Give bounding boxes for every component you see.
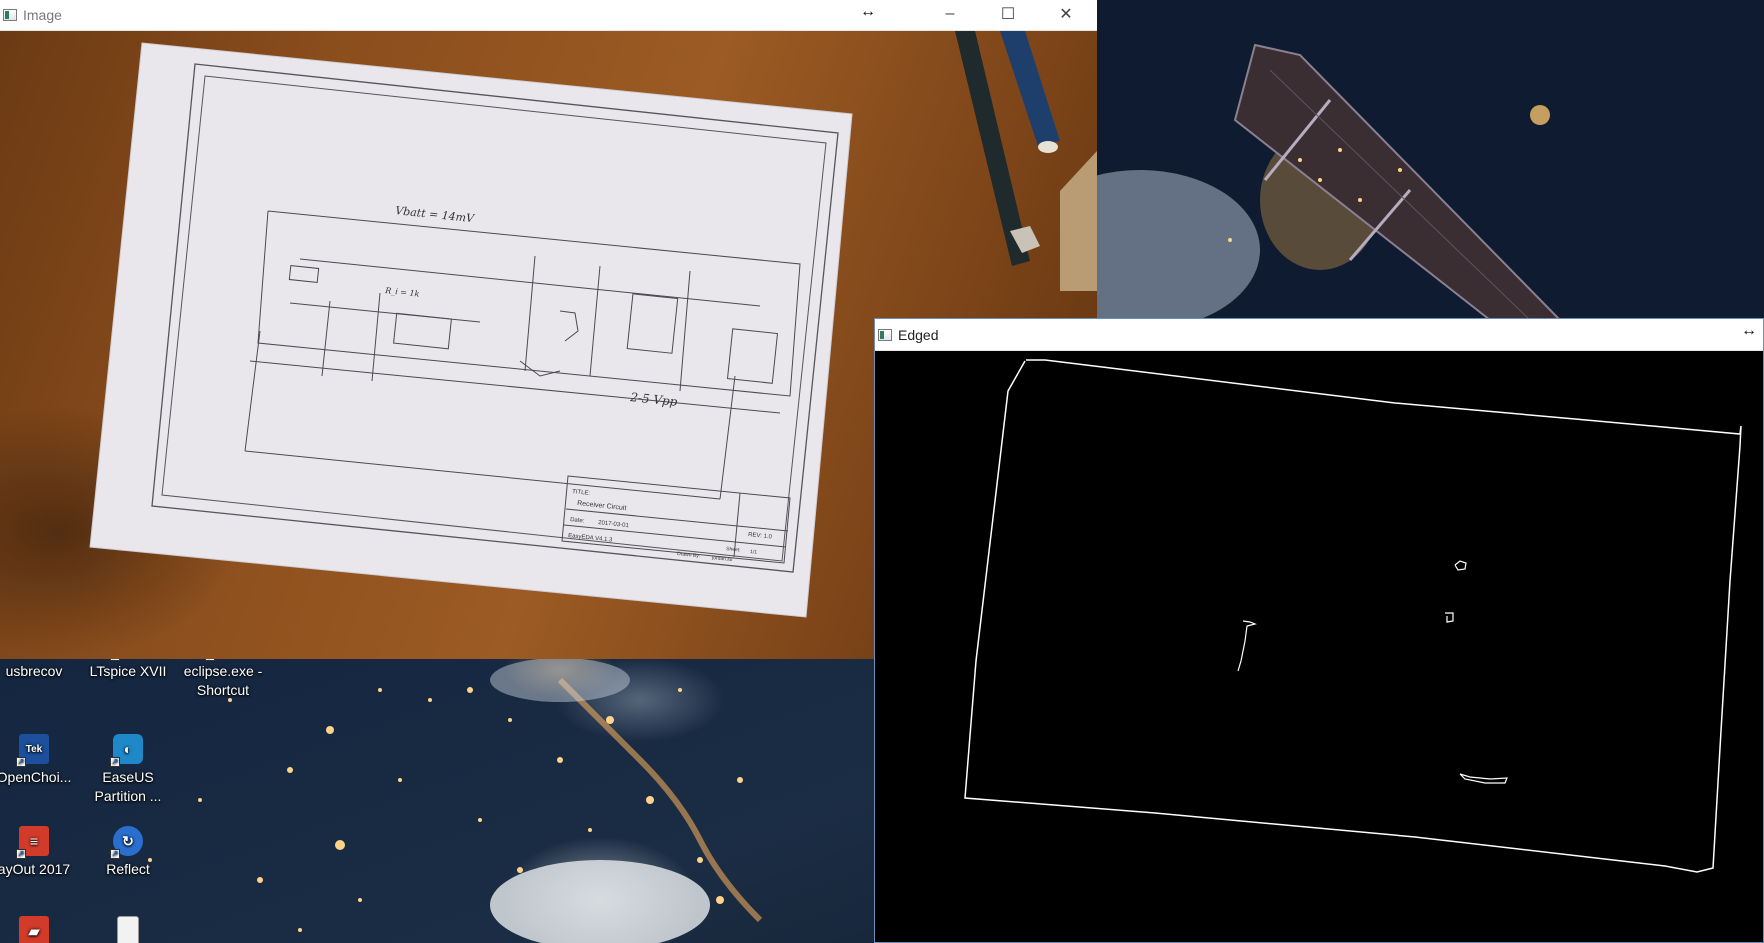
edged-window-content xyxy=(875,351,1763,942)
edged-window-titlebar[interactable]: Edged ↔ xyxy=(875,319,1763,351)
shortcut-arrow-icon: ↗ xyxy=(16,757,26,767)
desktop-icon-openchoice[interactable]: Tek ↗ OpenChoi... xyxy=(0,734,76,787)
window-title: Edged xyxy=(898,326,939,343)
pencils-shape xyxy=(955,31,1097,291)
close-button[interactable]: ✕ xyxy=(1040,0,1092,28)
window-title: Image xyxy=(23,7,62,23)
shortcut-arrow-icon: ↗ xyxy=(110,849,120,859)
window-app-icon xyxy=(878,328,892,341)
edged-window[interactable]: Edged ↔ xyxy=(874,318,1764,943)
resize-arrows-icon: ↔ xyxy=(860,3,876,20)
openchoice-tek-icon: Tek ↗ xyxy=(16,734,49,767)
window-app-icon xyxy=(3,9,17,21)
desktop-icon-sketchup[interactable]: ▰ xyxy=(0,916,76,943)
desktop-icon-layout[interactable]: ≡ ↗ ayOut 2017 xyxy=(0,826,76,879)
desktop-icon-label: eclipse.exe - Shortcut xyxy=(183,663,263,698)
svg-text:1/1: 1/1 xyxy=(750,549,758,556)
schematic-paper: TITLE: Receiver Circuit Date: 2017-03-01… xyxy=(89,42,853,618)
desktop-icon-label: Reflect xyxy=(106,861,150,877)
sketchup-icon: ▰ xyxy=(19,916,49,943)
edge-fragment-shapes xyxy=(1237,560,1508,784)
layout-sketchup-icon: ≡ ↗ xyxy=(16,826,49,859)
desktop-icon-easeus[interactable]: ◐ ↗ EaseUS Partition ... xyxy=(86,734,170,806)
desktop-icon-label: usbrecov xyxy=(5,663,63,679)
detected-paper-contour xyxy=(964,359,1742,873)
resize-arrows-icon: ↔ xyxy=(1741,322,1757,339)
desktop-icon-document[interactable] xyxy=(86,916,170,943)
document-icon xyxy=(117,916,139,943)
maximize-button[interactable]: ☐ xyxy=(982,0,1034,28)
reflect-icon: ↻ ↗ xyxy=(110,826,143,859)
edge-detection-output xyxy=(964,359,1742,873)
desktop-icon-label: EaseUS Partition ... xyxy=(94,769,162,804)
minimize-button[interactable]: – xyxy=(924,0,976,28)
shortcut-arrow-icon: ↗ xyxy=(16,849,26,859)
desktop-icon-label: LTspice XVII xyxy=(89,663,167,679)
shortcut-arrow-icon: ↗ xyxy=(110,757,120,767)
image-window-titlebar[interactable]: Image ↔ – ☐ ✕ xyxy=(0,0,1097,31)
easeus-icon: ◐ ↗ xyxy=(110,734,143,767)
desktop-icon-label: OpenChoi... xyxy=(0,769,72,785)
desktop-icon-label: ayOut 2017 xyxy=(0,861,71,877)
desktop-icon-reflect[interactable]: ↻ ↗ Reflect xyxy=(86,826,170,879)
